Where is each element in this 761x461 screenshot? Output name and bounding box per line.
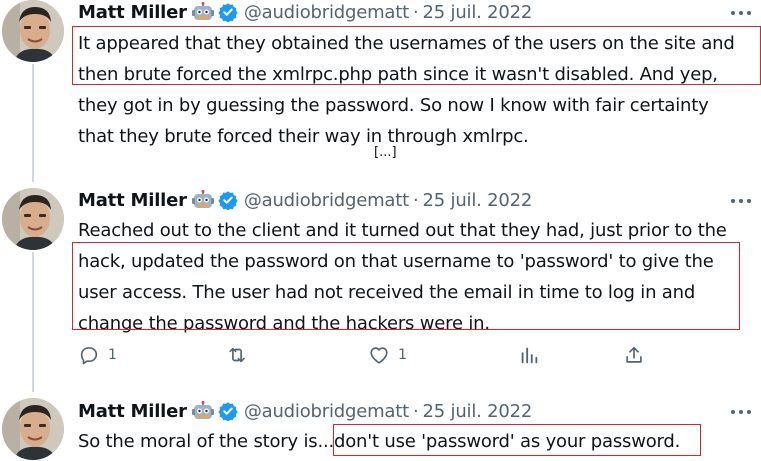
- highlight-box: [333, 424, 701, 456]
- separator-dot: ·: [412, 400, 419, 422]
- tweet-3[interactable]: Matt Miller @audiobridgematt · 25 juil. …: [0, 0, 761, 461]
- tweet-date[interactable]: 25 juil. 2022: [423, 401, 533, 422]
- robot-face-icon: [191, 401, 214, 421]
- author-name[interactable]: Matt Miller: [78, 401, 187, 422]
- verified-badge-icon: [218, 401, 238, 422]
- author-handle[interactable]: @audiobridgematt: [244, 401, 409, 422]
- avatar[interactable]: [2, 398, 64, 460]
- tweet-header: Matt Miller @audiobridgematt · 25 juil. …: [78, 400, 532, 422]
- more-options-icon[interactable]: [731, 407, 753, 417]
